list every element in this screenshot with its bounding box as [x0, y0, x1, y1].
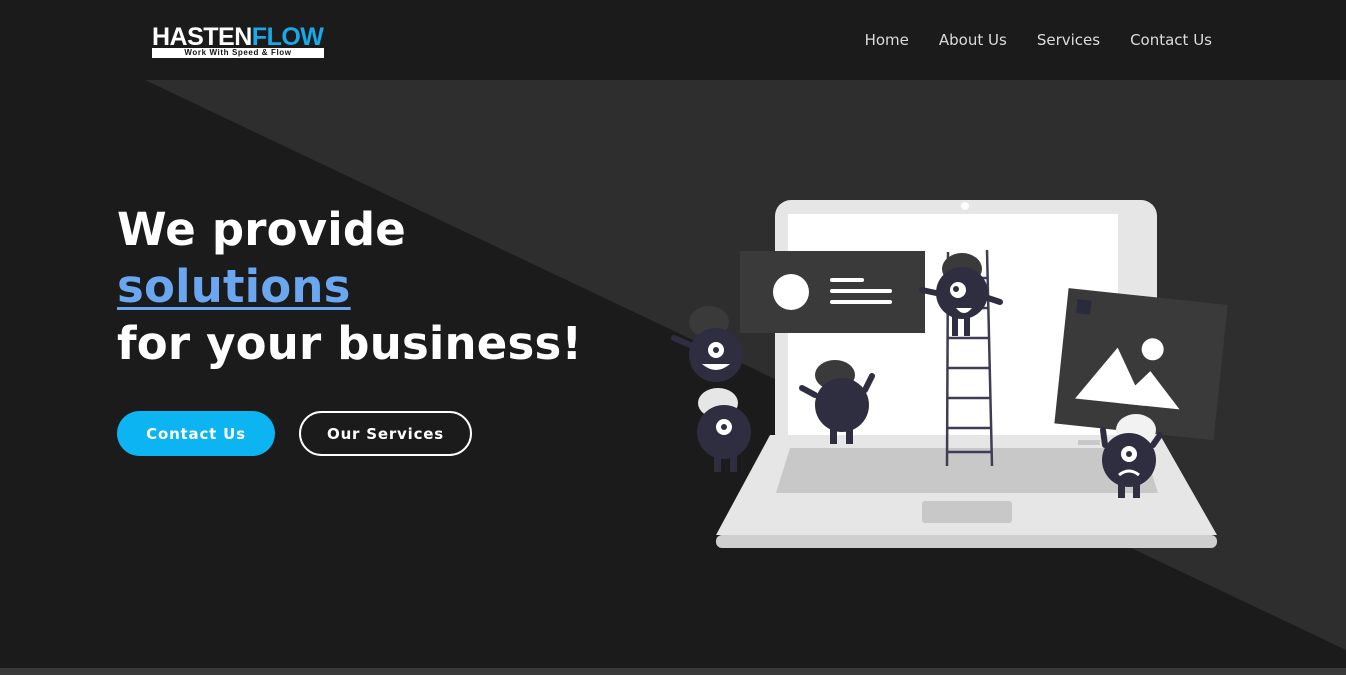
- character-stack-left-icon: [671, 306, 751, 472]
- brand-wordmark: HASTENFLOW: [152, 24, 328, 50]
- nav-item-about-us[interactable]: About Us: [939, 30, 1007, 50]
- hero-line-3: for your business!: [117, 317, 583, 370]
- main-nav: Home About Us Services Contact Us: [865, 30, 1212, 50]
- brand-name-part2: FLOW: [251, 23, 324, 51]
- our-services-button[interactable]: Our Services: [299, 411, 472, 456]
- hero-line-1: We provide: [117, 203, 407, 256]
- contact-us-button[interactable]: Contact Us: [117, 411, 275, 456]
- hero-illustration: [671, 200, 1228, 548]
- nav-item-home[interactable]: Home: [865, 30, 909, 50]
- brand-tagline: Work With Speed & Flow: [152, 48, 324, 58]
- hero-headline: We provide solutions for your business!: [117, 201, 582, 372]
- site-header: HASTENFLOW Work With Speed & Flow Home A…: [0, 0, 1346, 80]
- brand-name-part1: HASTEN: [152, 23, 252, 51]
- section-divider: [0, 668, 1346, 675]
- brand-logo[interactable]: HASTENFLOW Work With Speed & Flow: [152, 24, 328, 60]
- nav-item-contact-us[interactable]: Contact Us: [1130, 30, 1212, 50]
- hero-line-2-highlight: solutions: [117, 260, 351, 313]
- profile-card-icon: [740, 251, 925, 333]
- nav-item-services[interactable]: Services: [1037, 30, 1100, 50]
